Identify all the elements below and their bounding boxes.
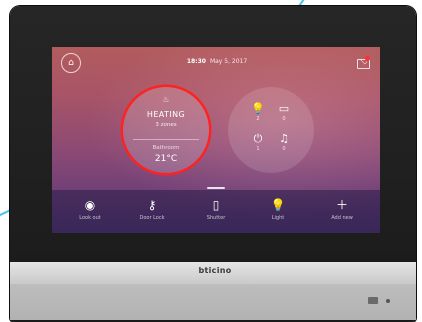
heating-temperature: 21°C: [154, 154, 178, 164]
bottom-item-add-new[interactable]: ＋ Add new: [314, 197, 370, 223]
quick-light-count: 2: [256, 116, 260, 122]
home-icon[interactable]: ⌂: [61, 53, 81, 73]
flame-icon: ♨: [162, 95, 170, 104]
plug-icon: ⏻: [253, 132, 263, 145]
page-indicator: [207, 187, 225, 189]
shutter-icon: ▭: [278, 102, 290, 115]
touch-screen: ⌂ 18:30 May 5, 2017 ♨ HEATING 3 zones Bat…: [52, 47, 380, 233]
quick-plug-button[interactable]: ⏻ 1: [248, 133, 268, 153]
shutter-icon: ▯: [212, 198, 220, 212]
hardware-indicator-icon: [368, 297, 378, 304]
eye-icon: ◉: [84, 198, 96, 212]
date-text: May 5, 2017: [209, 58, 248, 65]
quick-shutter-button[interactable]: ▭ 0: [274, 103, 294, 123]
bottom-item-shutter[interactable]: ▯ Shutter: [188, 197, 244, 223]
quick-actions-widget: 💡 2 ▭ 0 ⏻ 1 ♫ 0: [228, 87, 314, 173]
notification-badge: [365, 56, 370, 61]
bottom-item-label: Light: [271, 215, 285, 221]
bottom-item-look-out[interactable]: ◉ Look out: [62, 197, 118, 223]
music-icon: ♫: [279, 132, 289, 145]
heating-title: HEATING: [146, 110, 186, 119]
bottom-bar: ◉ Look out ⚷ Door Lock ▯ Shutter 💡 Light…: [52, 190, 380, 233]
bottom-item-label: Look out: [79, 215, 101, 221]
bottom-item-door-lock[interactable]: ⚷ Door Lock: [124, 197, 180, 223]
status-clock: 18:30 May 5, 2017: [157, 58, 277, 65]
time-text: 18:30: [186, 58, 206, 65]
heating-subtitle: 3 zones: [155, 122, 177, 128]
bottom-item-label: Shutter: [206, 215, 226, 221]
brand-logo: bticino: [198, 266, 232, 275]
heating-zone-label: Bathroom: [152, 145, 180, 151]
quick-music-count: 0: [282, 146, 286, 152]
lightbulb-icon: 💡: [270, 198, 286, 212]
plus-icon: ＋: [335, 198, 348, 212]
bottom-item-label: Door Lock: [139, 215, 165, 221]
bottom-item-label: Add new: [331, 215, 353, 221]
heating-widget[interactable]: ♨ HEATING 3 zones Bathroom 21°C: [123, 87, 209, 173]
quick-music-button[interactable]: ♫ 0: [274, 133, 294, 153]
hardware-led-icon: [386, 299, 390, 303]
widget-divider: [133, 139, 199, 140]
quick-light-button[interactable]: 💡 2: [248, 103, 268, 123]
quick-plug-count: 1: [256, 146, 260, 152]
quick-shutter-count: 0: [282, 116, 286, 122]
key-icon: ⚷: [147, 198, 157, 212]
bottom-item-light[interactable]: 💡 Light: [250, 197, 306, 223]
lightbulb-icon: 💡: [251, 102, 265, 115]
